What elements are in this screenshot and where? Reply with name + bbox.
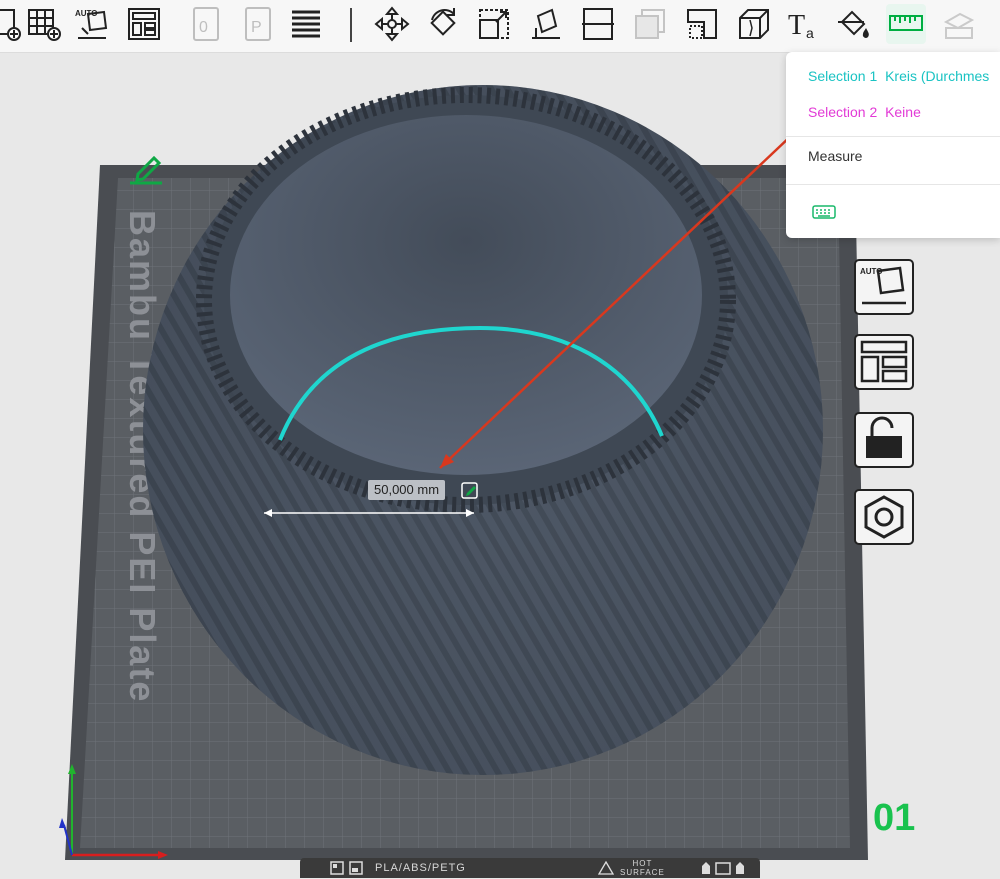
panel-divider (786, 136, 1000, 137)
top-toolbar: AUTO 0 P Ta (0, 0, 1000, 53)
dimension-value: 50,000 mm (368, 480, 446, 500)
edit-dimension-icon[interactable] (461, 481, 479, 504)
plate-info-bar: PLA/ABS/PETG HOT SURFACE (300, 858, 760, 878)
side-lock-button[interactable] (848, 408, 920, 472)
warning-triangle-icon (597, 860, 615, 878)
side-hex-nut-button[interactable] (848, 485, 920, 549)
selection-2-row[interactable]: Selection 2 Keine (808, 104, 921, 120)
selection-2-label: Selection 2 (808, 104, 878, 120)
scale-icon[interactable] (474, 4, 514, 44)
assembly-icon[interactable] (938, 4, 978, 44)
plate-orientation-icon (700, 860, 750, 879)
measure-title: Measure (808, 148, 863, 164)
add-plate-icon[interactable] (0, 4, 26, 44)
svg-text:P: P (251, 19, 262, 36)
selection-2-value: Keine (885, 104, 921, 120)
svg-text:T: T (788, 10, 805, 41)
plate-number: 01 (873, 797, 916, 839)
layers-icon[interactable] (286, 4, 326, 44)
support-paint-icon[interactable] (630, 4, 670, 44)
text-tool-icon[interactable]: Ta (784, 4, 824, 44)
hot-surface-warning: HOT SURFACE (620, 859, 665, 877)
plate-type-icon (330, 861, 368, 878)
panel-divider (786, 184, 1000, 185)
filament-compat-text: PLA/ABS/PETG (375, 862, 466, 874)
selection-1-row[interactable]: Selection 1 Kreis (Durchmes (808, 68, 989, 84)
lay-on-face-icon[interactable] (526, 4, 566, 44)
plate-print-icon[interactable]: P (238, 4, 278, 44)
move-icon[interactable] (372, 4, 412, 44)
selection-1-label: Selection 1 (808, 68, 878, 84)
measure-ruler-icon[interactable] (886, 4, 926, 44)
selection-1-value: Kreis (Durchmes (885, 68, 990, 84)
side-arrange-button[interactable] (848, 330, 920, 394)
rotate-icon[interactable] (424, 4, 464, 44)
toolbar-divider (350, 8, 352, 42)
seam-paint-icon[interactable] (682, 4, 722, 44)
edit-pencil-icon[interactable] (126, 152, 166, 191)
svg-text:a: a (806, 25, 814, 41)
hot-text: HOT (632, 859, 653, 868)
keyboard-icon[interactable] (812, 204, 836, 225)
side-auto-orient-button[interactable]: AUTO (848, 255, 920, 319)
mesh-boolean-icon[interactable] (734, 4, 774, 44)
cut-icon[interactable] (578, 4, 618, 44)
plate-settings-icon[interactable]: 0 (186, 4, 226, 44)
color-paint-icon[interactable] (834, 4, 874, 44)
surface-text: SURFACE (620, 868, 665, 877)
auto-orient-icon[interactable]: AUTO (72, 4, 112, 44)
arrange-icon[interactable] (124, 4, 164, 44)
bowl-model[interactable] (143, 85, 823, 775)
svg-text:0: 0 (199, 19, 208, 36)
measure-panel: Selection 1 Kreis (Durchmes Selection 2 … (786, 52, 1000, 238)
grid-add-icon[interactable] (24, 4, 64, 44)
